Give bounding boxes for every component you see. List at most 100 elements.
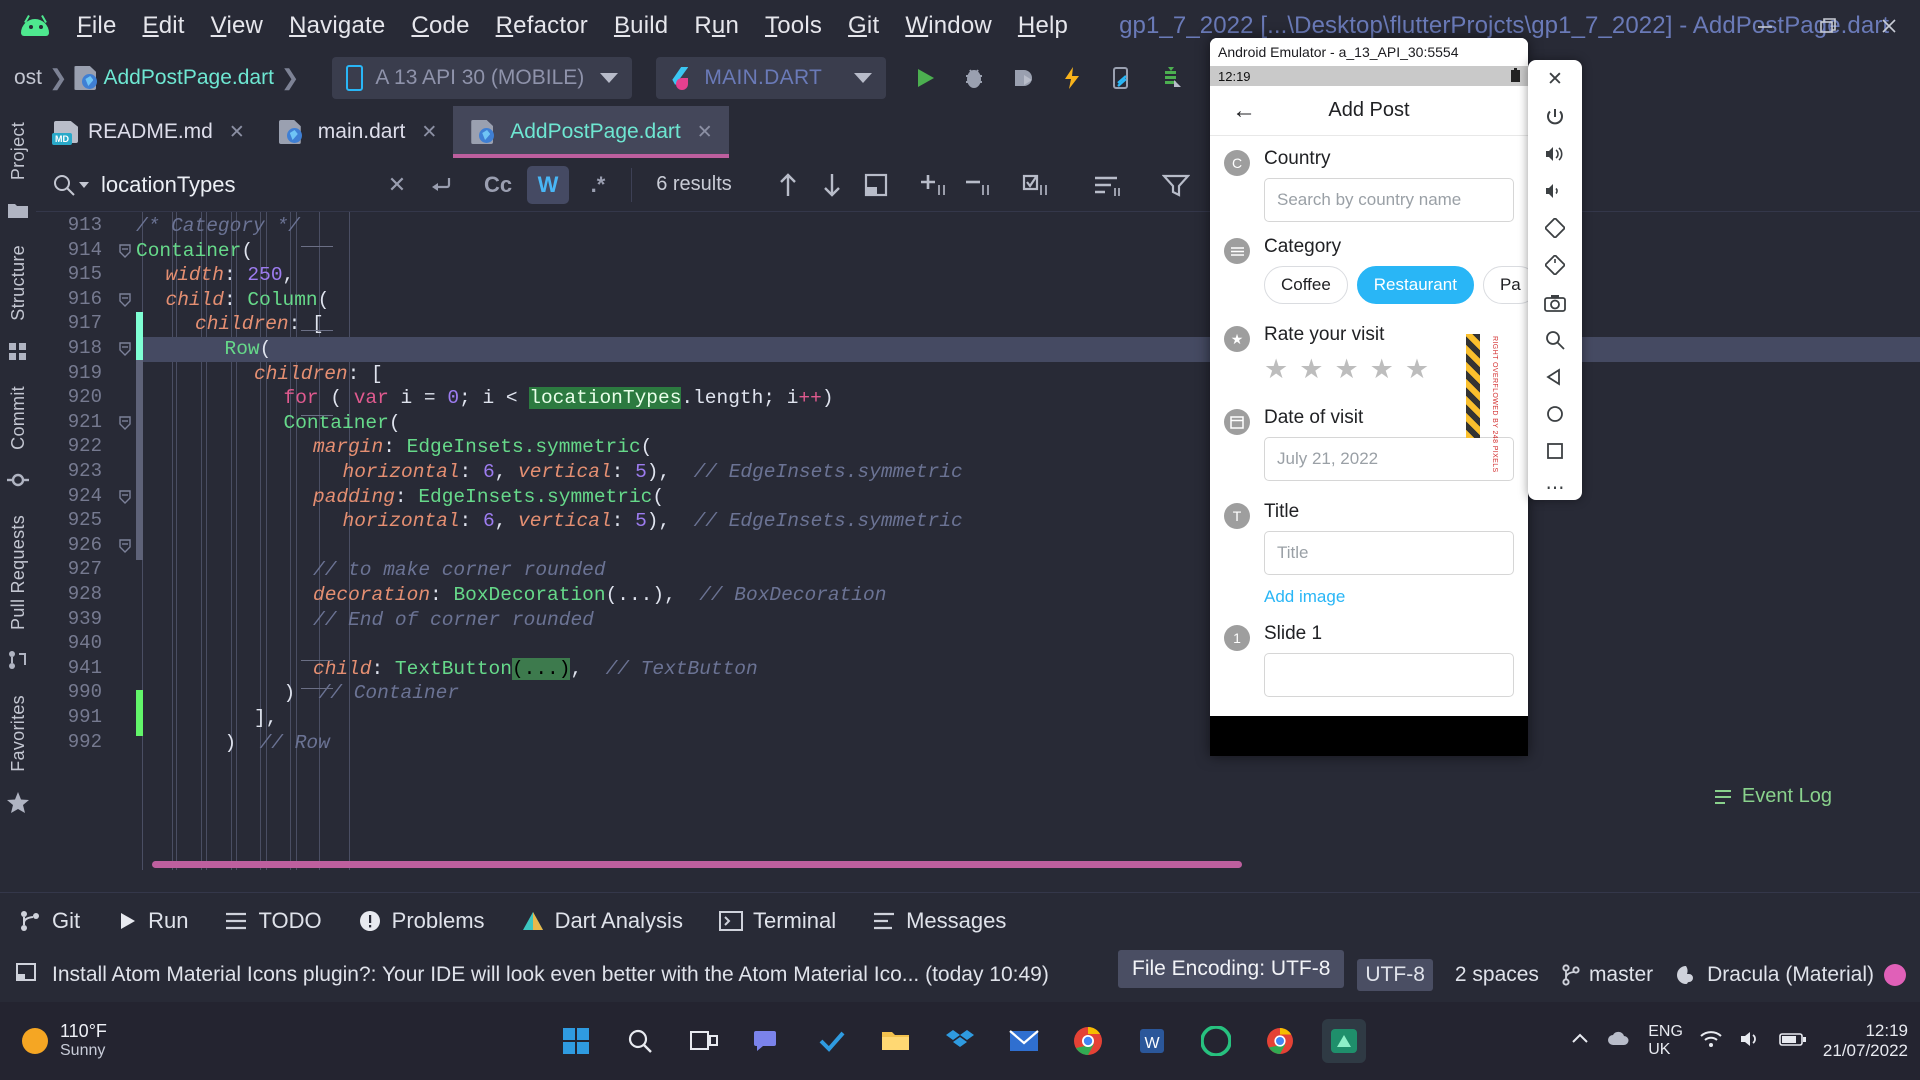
toolwindow-problems[interactable]: Problems	[340, 893, 503, 949]
debug-icon[interactable]	[959, 63, 989, 93]
start-button[interactable]	[554, 1019, 598, 1063]
search-input[interactable]: locationTypes	[101, 172, 331, 198]
commit-icon[interactable]	[7, 470, 29, 495]
notification-icon[interactable]	[14, 960, 38, 990]
slide-input[interactable]	[1264, 653, 1514, 697]
code-line[interactable]	[136, 632, 1920, 657]
editor-gutter[interactable]: 913 914 915 916 917 918 919 920 921 922 923 924 925 9…	[36, 212, 136, 870]
match-case-toggle[interactable]: Cc	[477, 166, 519, 204]
minimize-button[interactable]	[1734, 0, 1796, 52]
rotate-left-icon[interactable]	[1540, 217, 1570, 240]
android-emulator-window[interactable]: Android Emulator - a_13_API_30:5554 12:1…	[1210, 38, 1528, 756]
git-branch-status[interactable]: master	[1561, 963, 1653, 987]
dropbox-icon[interactable]	[938, 1019, 982, 1063]
power-icon[interactable]	[1540, 105, 1570, 128]
sidebar-item-favorites[interactable]: Favorites	[8, 695, 29, 772]
code-line[interactable]: child: Column(	[136, 288, 1920, 313]
star-1[interactable]: ★	[1264, 354, 1288, 385]
code-line[interactable]: horizontal: 6, vertical: 5), // EdgeInse…	[136, 509, 1920, 534]
teams-icon[interactable]	[746, 1019, 790, 1063]
code-line[interactable]: // End of corner rounded	[136, 608, 1920, 633]
menu-build[interactable]: Build	[601, 12, 681, 40]
code-line[interactable]: child: TextButton(...), // TextButton	[136, 657, 1920, 682]
run-configuration-selector[interactable]: MAIN.DART	[656, 57, 887, 99]
code-line[interactable]	[136, 534, 1920, 559]
hot-reload-icon[interactable]	[1057, 63, 1087, 93]
home-nav-icon[interactable]	[1540, 403, 1570, 426]
menu-navigate[interactable]: Navigate	[276, 12, 398, 40]
todo-app-icon[interactable]	[810, 1019, 854, 1063]
terminal-app-icon[interactable]	[1194, 1019, 1238, 1063]
sidebar-item-structure[interactable]: Structure	[8, 245, 29, 321]
code-line[interactable]: // to make corner rounded	[136, 558, 1920, 583]
weather-widget[interactable]: 110°F Sunny	[22, 1021, 107, 1060]
code-line[interactable]: margin: EdgeInsets.symmetric(	[136, 435, 1920, 460]
close-button[interactable]	[1858, 0, 1920, 52]
arrow-left-icon[interactable]: ←	[1232, 97, 1256, 125]
menu-code[interactable]: Code	[398, 12, 482, 40]
fold-marker[interactable]	[118, 538, 132, 553]
task-view-icon[interactable]	[682, 1019, 726, 1063]
favorites-star-icon[interactable]	[6, 791, 30, 819]
select-all-occurrences-icon[interactable]	[912, 165, 956, 205]
exclude-occurrence-icon[interactable]	[956, 165, 1000, 205]
toolwindow-terminal[interactable]: Terminal	[701, 893, 854, 949]
vcs-change-marker-modified[interactable]	[136, 360, 143, 540]
battery-icon[interactable]	[1779, 1031, 1807, 1052]
recents-nav-icon[interactable]	[1540, 440, 1570, 463]
clear-search-icon[interactable]: ✕	[375, 165, 419, 205]
star-5[interactable]: ★	[1405, 354, 1429, 385]
code-line[interactable]: children: [	[136, 312, 1920, 337]
menu-git[interactable]: Git	[835, 12, 892, 40]
menu-window[interactable]: Window	[892, 12, 1005, 40]
pull-request-icon[interactable]	[7, 650, 29, 675]
chrome-icon[interactable]	[1066, 1019, 1110, 1063]
file-explorer-icon[interactable]	[874, 1019, 918, 1063]
menu-file[interactable]: File	[64, 12, 130, 40]
title-input[interactable]: Title	[1264, 531, 1514, 575]
find-in-selection-icon[interactable]	[1084, 165, 1128, 205]
theme-selector[interactable]: Dracula (Material)	[1675, 963, 1906, 987]
toolwindow-git[interactable]: Git	[0, 893, 98, 949]
maximize-button[interactable]	[1796, 0, 1858, 52]
code-line[interactable]: ) // Container	[136, 681, 1920, 706]
select-all-icon[interactable]	[1014, 165, 1058, 205]
code-line[interactable]: ) // Row	[136, 731, 1920, 756]
device-selector[interactable]: A 13 API 30 (MOBILE)	[332, 57, 633, 99]
code-line[interactable]: ],	[136, 706, 1920, 731]
code-line[interactable]: /* Category */	[136, 214, 1920, 239]
sidebar-item-pull-requests[interactable]: Pull Requests	[8, 515, 29, 630]
breadcrumb-file[interactable]: AddPostPage.dart	[103, 66, 273, 90]
code-line[interactable]: horizontal: 6, vertical: 5), // EdgeInse…	[136, 460, 1920, 485]
code-editor[interactable]: 913 914 915 916 917 918 919 920 921 922 923 924 925 9…	[36, 212, 1920, 870]
tab-close-icon-3[interactable]: ✕	[697, 121, 713, 144]
mail-icon[interactable]	[1002, 1019, 1046, 1063]
code-line[interactable]: decoration: BoxDecoration(...), // BoxDe…	[136, 583, 1920, 608]
emulator-navigation-bar[interactable]	[1210, 716, 1528, 756]
add-image-button[interactable]: Add image	[1264, 587, 1514, 607]
code-line[interactable]: padding: EdgeInsets.symmetric(	[136, 485, 1920, 510]
search-icon[interactable]	[52, 173, 89, 197]
vcs-change-marker-added[interactable]	[136, 312, 143, 360]
code-line[interactable]: Container(	[136, 411, 1920, 436]
star-4[interactable]: ★	[1370, 354, 1394, 385]
fold-marker[interactable]	[118, 341, 132, 356]
chip-restaurant[interactable]: Restaurant	[1356, 266, 1474, 304]
chrome-icon-2[interactable]	[1258, 1019, 1302, 1063]
breadcrumb[interactable]: ost ❯ AddPostPage.dart ❯	[14, 65, 306, 91]
filter-icon[interactable]	[1154, 165, 1198, 205]
taskbar-clock[interactable]: 12:19 21/07/2022	[1823, 1021, 1908, 1062]
run-coverage-icon[interactable]	[1008, 63, 1038, 93]
tab-main-dart[interactable]: main.dart ✕	[261, 106, 453, 158]
fold-marker[interactable]	[118, 489, 132, 504]
star-3[interactable]: ★	[1334, 354, 1358, 385]
tab-close-icon[interactable]: ✕	[229, 121, 245, 144]
chip-park[interactable]: Pa	[1482, 266, 1528, 304]
tray-expand-icon[interactable]	[1570, 1032, 1590, 1051]
taskbar-search-icon[interactable]	[618, 1019, 662, 1063]
sidebar-item-project[interactable]: Project	[8, 122, 29, 180]
fold-marker[interactable]	[118, 243, 132, 258]
chip-coffee[interactable]: Coffee	[1264, 266, 1348, 304]
language-indicator[interactable]: ENG UK	[1648, 1023, 1683, 1059]
volume-up-icon[interactable]	[1540, 142, 1570, 165]
